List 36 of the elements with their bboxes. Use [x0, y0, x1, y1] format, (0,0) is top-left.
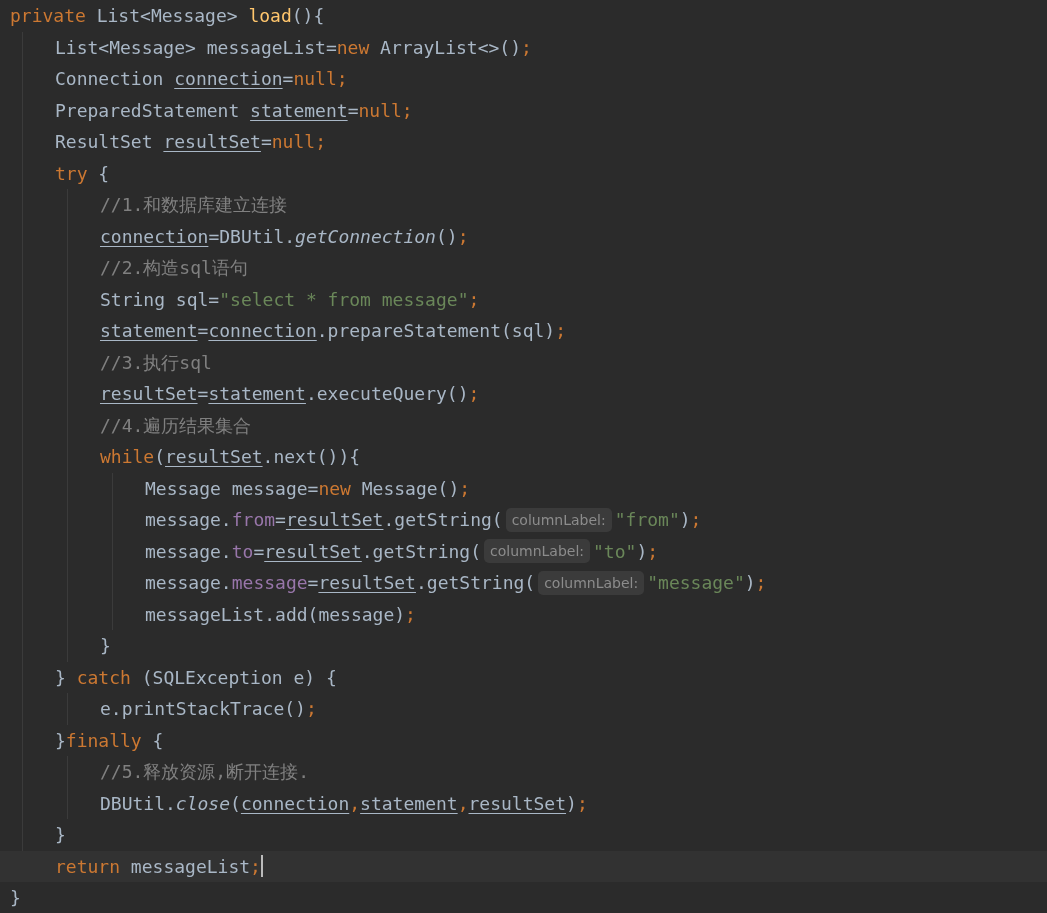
text-cursor [260, 855, 263, 878]
code-line: //1.和数据库建立连接 [100, 193, 288, 217]
code-line: e.printStackTrace(); [100, 697, 317, 721]
code-line: //2.构造sql语句 [100, 256, 248, 280]
code-line: "message"); [647, 571, 767, 595]
code-line: ResultSet resultSet=null; [55, 130, 326, 154]
code-line: resultSet=statement.executeQuery(); [100, 382, 480, 406]
code-line: Connection connection=null; [55, 67, 348, 91]
code-line: Message message=new Message(); [145, 476, 471, 501]
code-line: DBUtil.close(connection,statement,resultSet); [100, 791, 588, 816]
code-line: //3.执行sql [100, 350, 212, 375]
parameter-hint: columnLabel: [538, 570, 645, 595]
code-line: return messageList; [55, 854, 261, 879]
code-line: message.to=resultSet.getString( [145, 539, 481, 564]
code-line: "to"); [593, 539, 659, 564]
code-line: String sql="select * from message"; [100, 287, 480, 312]
code-line: }finally { [55, 728, 164, 753]
code-line: connection=DBUtil.getConnection(); [100, 224, 469, 249]
code-line: List<Message> messageList=new ArrayList<>(); [55, 35, 532, 60]
code-line: message.message=resultSet.getString( [145, 571, 536, 595]
code-line: //4.遍历结果集合 [100, 413, 252, 438]
code-line: } [10, 886, 21, 910]
code-line: "from"); [614, 508, 702, 532]
code-line: messageList.add(message); [145, 602, 416, 627]
code-line: //5.释放资源,断开连接. [100, 760, 310, 784]
code-line: } [100, 634, 111, 658]
code-line: private List<Message> load(){ [10, 4, 325, 28]
code-line: } catch (SQLException e) { [55, 665, 337, 690]
code-line: } [55, 823, 66, 847]
parameter-hint: columnLabel: [484, 539, 591, 564]
code-line: message.from=resultSet.getString( [145, 508, 503, 532]
code-line: PreparedStatement statement=null; [55, 98, 413, 123]
code-line: try { [55, 161, 110, 186]
parameter-hint: columnLabel: [505, 507, 612, 532]
code-line: statement=connection.prepareStatement(sql); [100, 319, 567, 343]
code-line: while(resultSet.next()){ [100, 445, 361, 469]
